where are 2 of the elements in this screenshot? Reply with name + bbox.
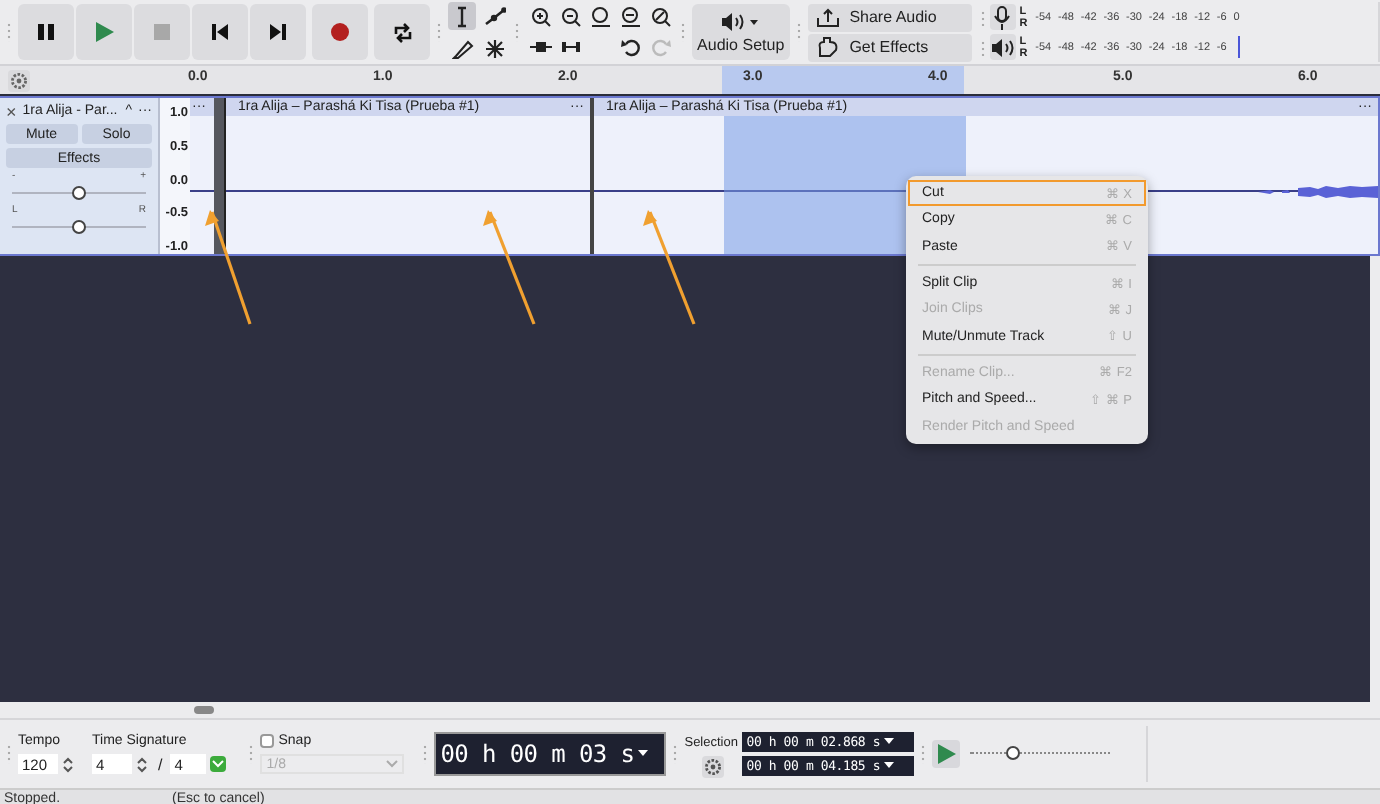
slash-label: / xyxy=(158,755,163,773)
audio-setup-label: Audio Setup xyxy=(697,35,785,53)
